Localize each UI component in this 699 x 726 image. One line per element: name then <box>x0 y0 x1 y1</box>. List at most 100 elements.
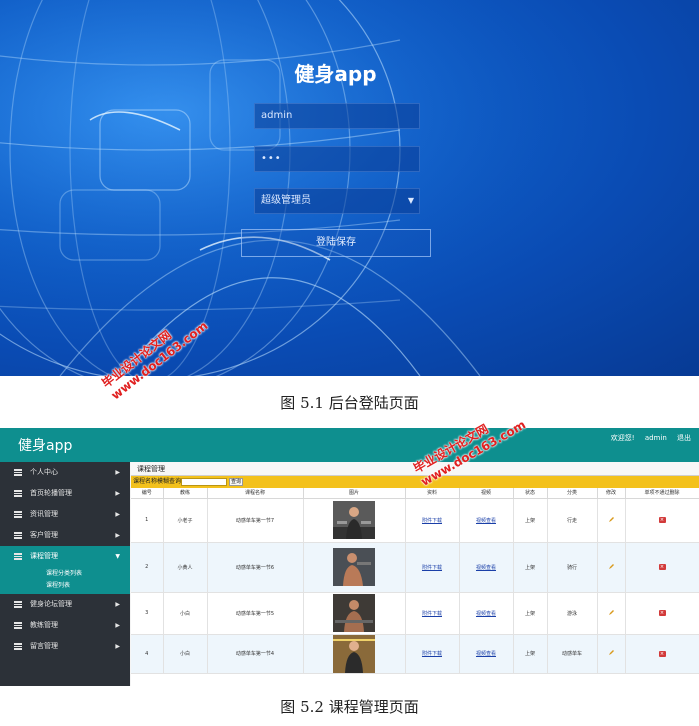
top-bar: 健身app 欢迎您! admin 退出 <box>0 428 699 462</box>
chevron-right-icon: ▶ <box>115 532 120 539</box>
cell-id: 1 <box>131 498 164 543</box>
logout-link[interactable]: 退出 <box>677 434 691 442</box>
course-photo <box>333 594 375 632</box>
chevron-down-icon: ▼ <box>115 553 120 560</box>
cell-status: 上架 <box>513 634 548 674</box>
column-header: 教练 <box>163 488 208 499</box>
column-header: 课程名称 <box>207 488 304 499</box>
sidebar-item-label: 健身论坛管理 <box>30 600 72 608</box>
video-view-link[interactable]: 视频查看 <box>476 611 496 617</box>
chevron-right-icon: ▶ <box>115 643 120 650</box>
column-header: 资料 <box>405 488 460 499</box>
attachment-download-link[interactable]: 附件下载 <box>422 651 442 657</box>
chevron-right-icon: ▶ <box>115 469 120 476</box>
table-row: 1 小老子 动感单车第一节7 附件下载 视频查看 上架 行走 × <box>131 498 699 543</box>
database-icon <box>14 622 22 629</box>
cell-category: 骑行 <box>547 542 598 593</box>
cell-image <box>303 498 406 543</box>
delete-icon[interactable]: × <box>658 610 666 616</box>
sidebar-item-carousel[interactable]: 首页轮播管理 ▶ <box>0 483 130 504</box>
search-input[interactable] <box>181 478 227 486</box>
search-button[interactable]: 查询 <box>229 478 243 486</box>
current-user: admin <box>644 434 667 442</box>
course-photo <box>333 548 375 586</box>
edit-pencil-icon[interactable] <box>608 563 615 570</box>
sidebar-item-label: 留言管理 <box>30 642 58 650</box>
database-icon <box>14 643 22 650</box>
edit-pencil-icon[interactable] <box>608 516 615 523</box>
sidebar-item-news[interactable]: 资讯管理 ▶ <box>0 504 130 525</box>
attachment-download-link[interactable]: 附件下载 <box>422 518 442 524</box>
role-select[interactable]: 超级管理员 ▼ <box>254 188 420 214</box>
delete-icon[interactable]: × <box>658 564 666 570</box>
cell-image <box>303 634 406 674</box>
course-photo <box>333 634 375 673</box>
cell-id: 4 <box>131 634 164 674</box>
course-management-screenshot: 健身app 欢迎您! admin 退出 个人中心 ▶ 首页轮播管理 ▶ 资讯管理 ▶ … <box>0 428 699 686</box>
database-icon <box>14 511 22 518</box>
edit-pencil-icon[interactable] <box>608 609 615 616</box>
attachment-download-link[interactable]: 附件下载 <box>422 611 442 617</box>
video-view-link[interactable]: 视频查看 <box>476 565 496 571</box>
video-view-link[interactable]: 视频查看 <box>476 651 496 657</box>
sidebar-item-coaches[interactable]: 教练管理 ▶ <box>0 615 130 636</box>
column-header: 修改 <box>597 488 626 499</box>
cell-id: 3 <box>131 592 164 635</box>
sidebar-item-forum[interactable]: 健身论坛管理 ▶ <box>0 594 130 615</box>
sidebar-item-messages[interactable]: 留言管理 ▶ <box>0 636 130 657</box>
table-row: 4 小白 动感单车第一节4 附件下载 视频查看 上架 动感单车 × <box>131 634 699 674</box>
table-header-row: 编号 教练 课程名称 图片 资料 视频 状态 分类 修改 单项不通过删除 <box>131 488 699 499</box>
database-icon <box>14 469 22 476</box>
chevron-down-icon: ▼ <box>407 196 414 205</box>
database-icon <box>14 532 22 539</box>
cell-coach: 小白 <box>163 634 208 674</box>
delete-icon[interactable]: × <box>658 517 666 523</box>
cell-coach: 小黄人 <box>163 542 208 593</box>
submenu-item-course-categories[interactable]: 课程分类列表 <box>0 568 130 580</box>
chevron-right-icon: ▶ <box>115 511 120 518</box>
table-row: 3 小白 动感单车第一节5 附件下载 视频查看 上架 游泳 × <box>131 592 699 635</box>
login-button[interactable]: 登陆保存 <box>241 229 431 257</box>
cell-course-name: 动感单车第一节4 <box>207 634 304 674</box>
attachment-download-link[interactable]: 附件下载 <box>422 565 442 571</box>
sidebar-item-label: 客户管理 <box>30 531 58 539</box>
chevron-right-icon: ▶ <box>115 601 120 608</box>
cell-coach: 小白 <box>163 592 208 635</box>
password-field[interactable]: ••• <box>254 146 420 172</box>
sidebar-item-label: 课程管理 <box>30 552 58 560</box>
login-screenshot: 健身app admin ••• 超级管理员 ▼ 登陆保存 <box>0 0 699 376</box>
sidebar-item-customers[interactable]: 客户管理 ▶ <box>0 525 130 546</box>
sidebar-item-courses[interactable]: 课程管理 ▼ <box>0 546 130 567</box>
cell-category: 行走 <box>547 498 598 543</box>
figure-caption-1: 图 5.1 后台登陆页面 <box>280 394 419 412</box>
cell-image <box>303 542 406 593</box>
video-view-link[interactable]: 视频查看 <box>476 518 496 524</box>
edit-pencil-icon[interactable] <box>608 649 615 656</box>
sidebar-item-label: 资讯管理 <box>30 510 58 518</box>
column-header: 状态 <box>513 488 548 499</box>
cell-category: 动感单车 <box>547 634 598 674</box>
app-title: 健身app <box>18 438 73 454</box>
sidebar-item-label: 教练管理 <box>30 621 58 629</box>
column-header: 分类 <box>547 488 598 499</box>
course-photo <box>333 501 375 539</box>
sidebar-item-label: 个人中心 <box>30 468 58 476</box>
column-header: 编号 <box>131 488 164 499</box>
main-content: 课程管理 课程名称模糊查询: 查询 编号 教练 课程名称 图片 资料 视频 状态… <box>131 462 699 686</box>
delete-icon[interactable]: × <box>658 650 666 657</box>
sidebar-item-profile[interactable]: 个人中心 ▶ <box>0 462 130 483</box>
table-row: 2 小黄人 动感单车第一节6 附件下载 视频查看 上架 骑行 × <box>131 542 699 593</box>
welcome-text: 欢迎您! <box>610 434 635 442</box>
database-icon <box>14 553 22 560</box>
username-field[interactable]: admin <box>254 103 420 129</box>
column-header: 单项不通过删除 <box>625 488 699 499</box>
cell-category: 游泳 <box>547 592 598 635</box>
login-title-text: 健身app <box>294 62 377 86</box>
search-bar: 课程名称模糊查询: 查询 <box>131 476 699 488</box>
column-header: 图片 <box>303 488 406 499</box>
submenu-item-course-list[interactable]: 课程列表 <box>0 580 130 592</box>
login-title: 健身app <box>0 58 699 87</box>
cell-id: 2 <box>131 542 164 593</box>
column-header: 视频 <box>459 488 514 499</box>
figure-caption-2: 图 5.2 课程管理页面 <box>280 698 419 716</box>
